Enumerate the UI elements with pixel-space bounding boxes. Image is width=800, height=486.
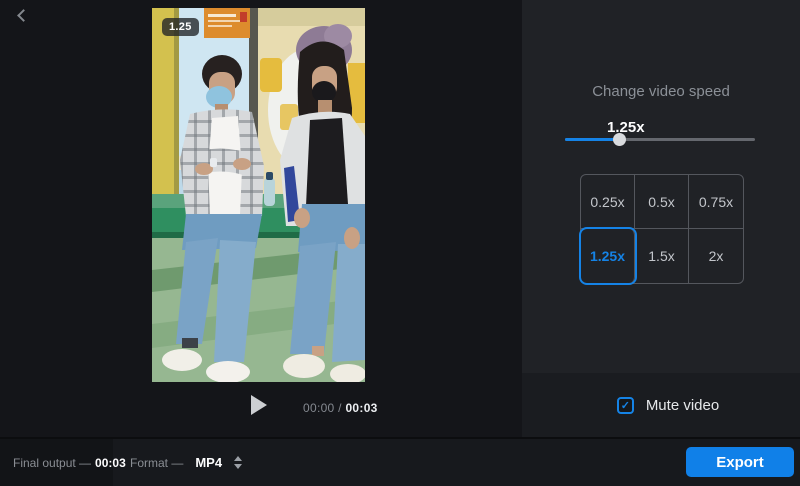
chevron-left-icon bbox=[17, 9, 30, 22]
mute-toggle[interactable]: ✓ Mute video bbox=[616, 396, 720, 414]
speed-settings-panel: Change video speed 1.25x 0.25x 0.5x 0.75x 1… bbox=[522, 0, 800, 437]
bottom-bar: Final output — 00:03 Format — MP4 Export bbox=[0, 437, 800, 486]
final-output-info: Final output — 00:03 bbox=[0, 439, 126, 486]
mute-checkbox[interactable]: ✓ bbox=[616, 396, 634, 414]
speed-slider[interactable] bbox=[565, 133, 755, 146]
final-output-value: 00:03 bbox=[95, 455, 126, 470]
mute-section: ✓ Mute video bbox=[522, 373, 800, 437]
video-scene-subway bbox=[152, 8, 365, 382]
check-icon: ✓ bbox=[620, 399, 630, 412]
video-preview-frame[interactable]: 1.25 bbox=[152, 8, 365, 382]
speed-option-2x[interactable]: 2x bbox=[689, 229, 743, 283]
speed-option-0.5x[interactable]: 0.5x bbox=[635, 175, 689, 229]
stepper-up-icon bbox=[234, 456, 243, 461]
panel-title: Change video speed bbox=[592, 83, 730, 100]
speed-option-1.5x[interactable]: 1.5x bbox=[635, 229, 689, 283]
speed-badge: 1.25 bbox=[162, 18, 199, 36]
format-label: Format — bbox=[130, 455, 184, 470]
speed-option-0.75x[interactable]: 0.75x bbox=[689, 175, 743, 229]
final-output-label: Final output — bbox=[13, 455, 92, 470]
total-time: 00:03 bbox=[345, 401, 378, 415]
slider-value-label: 1.25x bbox=[607, 119, 645, 136]
speed-options-grid: 0.25x 0.5x 0.75x 1.25x 1.5x 2x bbox=[580, 174, 744, 284]
play-icon bbox=[251, 395, 267, 415]
time-display: 00:00 / 00:03 bbox=[303, 401, 378, 415]
stepper-down-icon bbox=[234, 464, 243, 469]
play-button[interactable] bbox=[244, 392, 274, 420]
slider-thumb[interactable] bbox=[613, 133, 627, 146]
export-button[interactable]: Export bbox=[686, 447, 794, 477]
slider-fill bbox=[565, 138, 621, 141]
format-selector: Format — MP4 bbox=[130, 439, 245, 486]
format-stepper[interactable] bbox=[231, 453, 245, 472]
back-button[interactable] bbox=[12, 6, 34, 28]
mute-label: Mute video bbox=[645, 396, 720, 414]
speed-option-1.25x[interactable]: 1.25x bbox=[581, 229, 635, 283]
speed-option-0.25x[interactable]: 0.25x bbox=[581, 175, 635, 229]
format-value[interactable]: MP4 bbox=[195, 455, 222, 470]
time-separator: / bbox=[338, 401, 342, 415]
current-time: 00:00 bbox=[303, 401, 335, 415]
